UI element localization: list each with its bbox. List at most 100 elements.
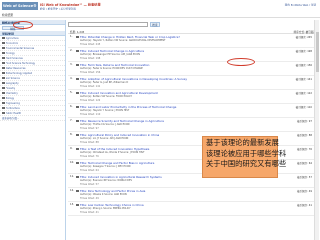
result-times-cited: Times Cited: 245 [80,42,101,46]
result-number: 9. [70,147,73,150]
result-cites-count[interactable]: 被引频次: 97 [297,119,312,123]
result-cites-count[interactable]: 被引频次: 57 [297,175,312,179]
result-row: 12. Title: Rice Technology and Factor Pri… [68,188,318,202]
category-label: Water Resources [5,66,26,70]
result-checkbox[interactable] [76,119,79,122]
category-checkbox[interactable] [2,71,5,75]
category-label: Horticulture [5,106,20,110]
category-checkbox[interactable] [2,86,5,90]
result-cites-count[interactable]: 被引频次: 245 [296,35,312,39]
category-checkbox[interactable] [2,81,5,85]
category-checkbox[interactable] [2,61,5,65]
search-row: 检索 [68,22,320,28]
result-cites-count[interactable]: 被引频次: 122 [296,91,312,95]
result-row: 13. Title: Low Carbon Technology Choice i… [68,202,318,216]
category-label: Chemistry [5,91,18,95]
category-label: Public Health [5,111,22,115]
scrollbar-thumb[interactable] [315,32,319,72]
result-number: 7. [70,119,73,122]
category-checkbox[interactable] [2,101,5,105]
result-number: 1. [70,35,73,38]
result-checkbox[interactable] [76,105,79,108]
category-checkbox[interactable] [2,76,5,80]
header-nav[interactable]: 检索 | 检索历史 | 标记结果列表 [40,7,190,10]
result-number: 12. [70,189,75,192]
result-cites-count[interactable]: 被引频次: 198 [296,49,312,53]
annotation-ellipse-refine [13,21,33,29]
refine-sidebar: 精炼检索结果 精炼 学科类别 Agriculture Economics Envir… [0,20,66,240]
result-checkbox[interactable] [76,49,79,52]
more-options-link[interactable]: 更多选项/分类... [0,116,65,121]
category-label: Soil Science [5,76,20,80]
category-checkbox[interactable] [2,46,5,50]
category-label: Biotechnology Applied [5,71,33,75]
category-checkbox[interactable] [2,41,5,45]
category-label: Forestry [5,86,16,90]
vertical-scrollbar[interactable] [314,20,319,240]
result-row: 11. Title: Induced Innovation in Agricult… [68,174,318,188]
result-checkbox[interactable] [76,35,79,38]
result-times-cited: Times Cited: 49 [80,196,99,200]
category-checkbox[interactable] [2,66,5,70]
result-checkbox[interactable] [76,133,79,136]
category-checkbox[interactable] [2,111,5,115]
result-checkbox[interactable] [76,91,79,94]
header-banner: ISI Web of Knowledge℠ — 检索结果 [40,3,101,6]
result-checkbox[interactable] [76,161,79,164]
result-number: 11. [70,175,75,178]
result-checkbox[interactable] [76,77,79,80]
category-label: Economics [5,41,19,45]
result-number: 8. [70,133,73,136]
result-times-cited: Times Cited: 110 [80,112,101,116]
result-cites-count[interactable]: 被引频次: 49 [297,189,312,193]
category-checkbox[interactable] [2,91,5,95]
category-checkbox[interactable] [2,36,5,40]
result-checkbox[interactable] [76,189,79,192]
result-row: 8. Title: Agricultural Policy and Induced… [68,132,318,146]
result-times-cited: Times Cited: 41 [80,210,99,214]
category-checkbox[interactable] [2,51,5,55]
result-row: 4. Title: Adoption of Agricultural Innova… [68,76,318,90]
result-times-cited: Times Cited: 97 [80,126,99,130]
category-label: Food Science Technology [5,61,36,65]
results-list: 结果: 1,245 排序方式: 被引频次 1. Title: Potential … [68,29,318,240]
callout-line-2: 该理论被应用于哪些学科 [206,148,287,158]
result-cites-count[interactable]: 被引频次: 88 [297,133,312,137]
callout-line-3: 关于中国的研究又有哪些 [206,159,287,168]
result-row: 2. Title: Induced Technical Change in Agr… [68,48,318,62]
result-cites-count[interactable]: 被引频次: 41 [297,203,312,207]
result-checkbox[interactable] [76,203,79,206]
result-number: 13. [70,203,75,206]
result-row: 5. Title: Induced Innovation and Agricult… [68,90,318,104]
result-cites-count[interactable]: 被引频次: 76 [297,147,312,151]
result-checkbox[interactable] [76,147,79,150]
category-label: Geography [5,81,19,85]
annotation-ellipse-cites [227,58,255,66]
category-label: Engineering [5,101,20,105]
category-checkbox[interactable] [2,56,5,60]
result-row: 6. Title: Land and Labor Productivity in … [68,104,318,118]
search-input[interactable] [68,22,148,27]
category-checkbox[interactable] [2,96,5,100]
results-heading: 检索结果 [2,13,14,17]
category-checkbox[interactable] [2,106,5,110]
result-checkbox[interactable] [76,175,79,178]
search-button[interactable]: 检索 [150,22,160,27]
result-cites-count[interactable]: 被引频次: 110 [296,105,312,109]
result-checkbox[interactable] [76,63,79,66]
app-header: Web of Science® ISI Web of Knowledge℠ — … [0,0,320,20]
result-number: 4. [70,77,73,80]
subject-category-list: Agriculture Economics Environmental Scienc… [0,36,65,116]
result-number: 6. [70,105,73,108]
header-account-links[interactable]: 我的 EndNote Web | 注销 [256,3,316,6]
web-of-science-logo[interactable]: Web of Science® [2,2,38,10]
result-times-cited: Times Cited: 156 [80,70,101,74]
result-times-cited: Times Cited: 141 [80,84,101,88]
result-cites-count[interactable]: 被引频次: 141 [296,77,312,81]
result-cites-count[interactable]: 被引频次: 64 [297,161,312,165]
logo-text: Web of Science® [3,4,37,8]
result-cites-count[interactable]: 被引频次: 156 [296,63,312,67]
result-times-cited: Times Cited: 198 [80,56,101,60]
annotation-callout: 基于该理论的最新发展 该理论被应用于哪些学科 关于中国的研究又有哪些 [202,136,287,178]
result-number: 10. [70,161,75,164]
